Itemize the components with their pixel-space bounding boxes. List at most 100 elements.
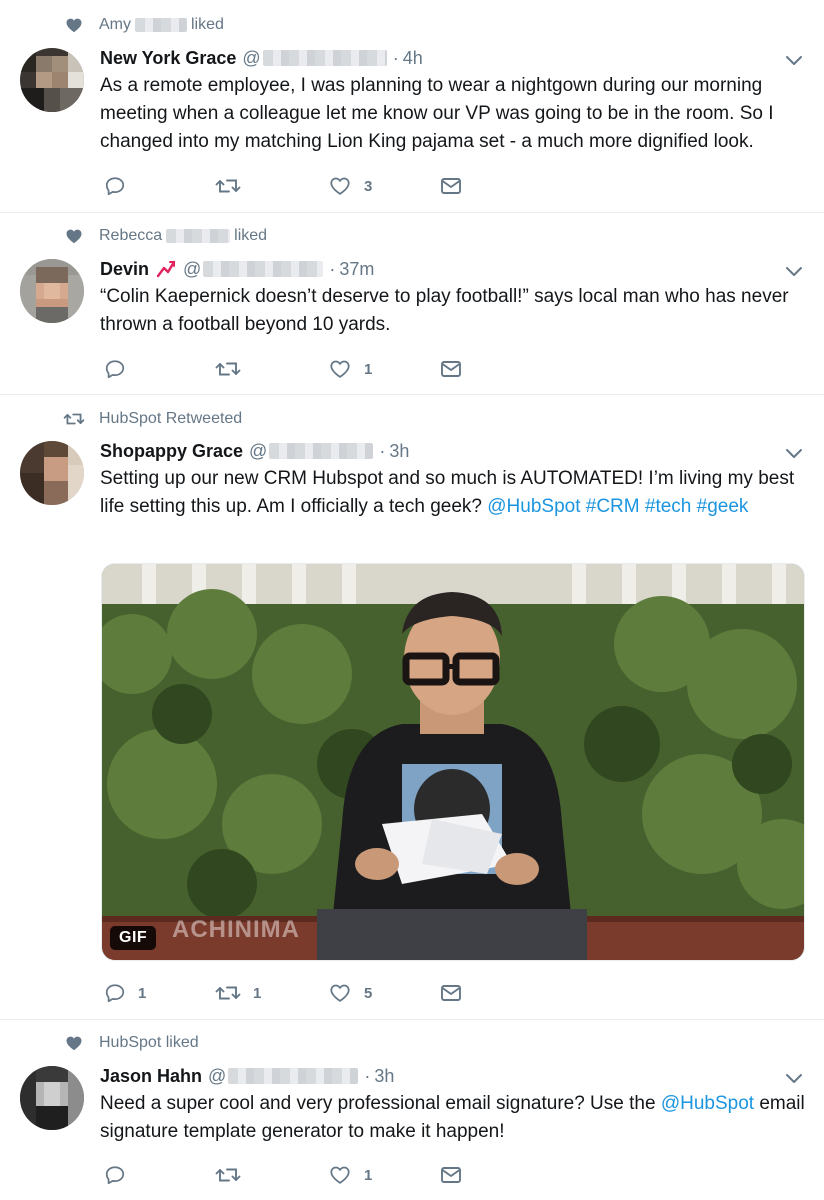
tweet-actions: 1 (100, 356, 480, 382)
retweet-button[interactable] (215, 356, 253, 382)
author-handle[interactable]: @ (183, 258, 324, 280)
reply-icon (104, 1164, 126, 1186)
envelope-icon (440, 176, 462, 196)
tweet[interactable]: HubSpot liked Jason Hahn @ · 3h Need a s… (0, 1020, 824, 1200)
gif-media[interactable]: ACHINIMA GIF (101, 563, 805, 961)
tweet-text: “Colin Kaepernick doesn’t deserve to pla… (100, 286, 789, 335)
redacted-surname (135, 18, 187, 32)
like-button[interactable]: 1 (328, 356, 372, 382)
tweet[interactable]: Rebecca liked Devin @ · 37m “Colin Kaepe… (0, 213, 824, 395)
like-count: 5 (364, 984, 373, 1002)
hashtag-link[interactable]: #tech (645, 496, 691, 517)
author-handle[interactable]: @ (208, 1065, 359, 1087)
heart-icon (62, 224, 86, 248)
context-user[interactable]: Amy (99, 16, 131, 34)
handle-prefix: @ (242, 47, 261, 68)
avatar[interactable] (20, 1066, 84, 1130)
context-label[interactable]: HubSpot Retweeted (99, 410, 242, 428)
heart-outline-icon (328, 175, 352, 197)
author-name[interactable]: Devin (100, 259, 149, 280)
tweet[interactable]: Amy liked New York Grace @ · 4h As a rem… (0, 0, 824, 213)
reply-icon (104, 358, 126, 380)
tweet-header: Shopappy Grace @ · 3h (100, 438, 409, 464)
retweet-icon (215, 982, 241, 1004)
heart-outline-icon (328, 1164, 352, 1186)
redacted-handle (203, 261, 324, 277)
reply-icon (104, 175, 126, 197)
timestamp[interactable]: 3h (374, 1066, 394, 1087)
mention-link[interactable]: @HubSpot (487, 496, 580, 517)
like-count: 3 (364, 177, 373, 195)
chart-trending-up-icon (155, 258, 177, 280)
direct-message-button[interactable] (440, 1162, 462, 1188)
context-label[interactable]: HubSpot liked (99, 1034, 199, 1052)
author-name[interactable]: Jason Hahn (100, 1066, 202, 1087)
timestamp[interactable]: 37m (339, 259, 374, 280)
context-user[interactable]: Rebecca (99, 227, 162, 245)
direct-message-button[interactable] (440, 173, 462, 199)
author-handle[interactable]: @ (249, 440, 374, 462)
reply-count: 1 (138, 984, 147, 1002)
tweet-text: Need a super cool and very professional … (100, 1090, 805, 1146)
envelope-icon (440, 1165, 462, 1185)
context-suffix: liked (234, 227, 268, 244)
gif-badge: GIF (110, 926, 157, 950)
tweet-text-body: Need a super cool and very professional … (100, 1093, 661, 1114)
retweet-icon (215, 1164, 241, 1186)
redacted-handle (262, 50, 387, 66)
retweet-icon (215, 175, 241, 197)
redacted-surname (166, 229, 231, 243)
like-count: 1 (364, 360, 373, 378)
redacted-handle (269, 443, 374, 459)
author-name[interactable]: New York Grace (100, 48, 236, 69)
direct-message-button[interactable] (440, 356, 462, 382)
retweet-icon (215, 358, 241, 380)
author-name[interactable]: Shopappy Grace (100, 441, 243, 462)
author-handle[interactable]: @ (242, 47, 387, 69)
mention-link[interactable]: @HubSpot (661, 1093, 754, 1114)
avatar[interactable] (20, 48, 84, 112)
chevron-down-icon[interactable] (782, 441, 806, 465)
avatar[interactable] (20, 441, 84, 505)
reply-button[interactable] (104, 356, 138, 382)
handle-prefix: @ (208, 1065, 227, 1086)
tweet-text: As a remote employee, I was planning to … (100, 75, 774, 152)
timestamp[interactable]: 3h (389, 441, 409, 462)
tweet-actions: 3 (100, 173, 480, 199)
hashtag-link[interactable]: #CRM (586, 496, 640, 517)
tweet-header: Devin @ · 37m (100, 256, 374, 282)
like-button[interactable]: 3 (328, 173, 372, 199)
reply-button[interactable] (104, 1162, 138, 1188)
avatar[interactable] (20, 259, 84, 323)
handle-prefix: @ (249, 440, 268, 461)
tweet[interactable]: HubSpot Retweeted Shopappy Grace @ · 3h … (0, 395, 824, 1020)
reply-button[interactable] (104, 173, 138, 199)
redacted-handle (228, 1068, 359, 1084)
separator-dot: · (329, 258, 336, 279)
like-count: 1 (364, 1166, 373, 1184)
retweet-button[interactable] (215, 1162, 253, 1188)
hashtag-link[interactable]: #geek (697, 496, 749, 517)
separator-dot: · (379, 440, 386, 461)
timestamp[interactable]: 4h (403, 48, 423, 69)
retweet-button[interactable]: 1 (215, 980, 261, 1006)
reply-button[interactable]: 1 (104, 980, 146, 1006)
chevron-down-icon[interactable] (782, 48, 806, 72)
separator-dot: · (364, 1065, 371, 1086)
heart-outline-icon (328, 358, 352, 380)
gif-frame-illustration (102, 564, 804, 960)
direct-message-button[interactable] (440, 980, 462, 1006)
heart-outline-icon (328, 982, 352, 1004)
chevron-down-icon[interactable] (782, 1066, 806, 1090)
tweet-header: Jason Hahn @ · 3h (100, 1063, 394, 1089)
chevron-down-icon[interactable] (782, 259, 806, 283)
like-button[interactable]: 5 (328, 980, 372, 1006)
retweet-count: 1 (253, 984, 262, 1002)
envelope-icon (440, 359, 462, 379)
reply-icon (104, 982, 126, 1004)
tweet-text: Setting up our new CRM Hubspot and so mu… (100, 465, 805, 521)
handle-prefix: @ (183, 258, 202, 279)
like-button[interactable]: 1 (328, 1162, 372, 1188)
retweet-button[interactable] (215, 173, 253, 199)
tweet-header: New York Grace @ · 4h (100, 45, 423, 71)
